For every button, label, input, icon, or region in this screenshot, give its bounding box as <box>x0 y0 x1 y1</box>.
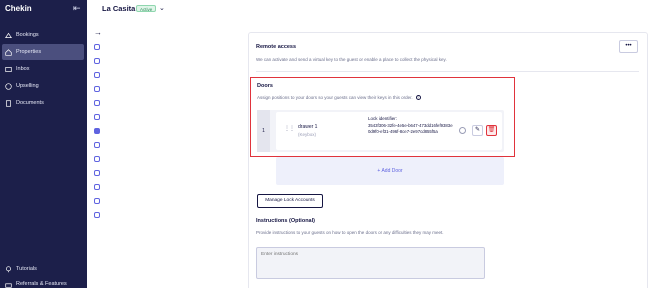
sidebar-item-bookings[interactable]: Bookings <box>0 27 87 43</box>
home-icon[interactable] <box>94 44 100 50</box>
status-badge: Active <box>136 5 157 12</box>
manage-lock-accounts-button[interactable]: Manage Lock Accounts <box>257 194 323 208</box>
remote-access-title: Remote access <box>256 44 297 50</box>
sidebar-item-tutorials[interactable]: Tutorials <box>0 262 87 276</box>
expand-arrow-icon[interactable]: → <box>94 28 102 37</box>
bookings-icon <box>5 32 12 38</box>
sidebar-item-label: Documents <box>16 100 44 106</box>
clipboard-icon[interactable] <box>94 184 100 190</box>
properties-icon <box>5 48 12 56</box>
folder-icon[interactable] <box>94 198 100 204</box>
sidebar-item-label: Tutorials <box>16 266 37 272</box>
doors-highlight-box <box>250 77 515 157</box>
collapse-sidebar-icon[interactable]: ⇤ <box>73 3 81 14</box>
settings-icon[interactable] <box>94 156 100 162</box>
upselling-icon <box>5 82 12 90</box>
id-card-icon[interactable] <box>94 100 100 106</box>
sidebar-item-label: Bookings <box>16 32 39 38</box>
sidebar-item-label: Inbox <box>16 66 30 72</box>
shield-icon[interactable] <box>94 86 100 92</box>
document-icon[interactable] <box>94 114 100 120</box>
sidebar-item-referrals[interactable]: Referrals & Features <box>0 277 87 288</box>
lightbulb-icon <box>6 265 11 272</box>
add-door-button[interactable]: + Add Door <box>276 157 504 185</box>
sidebar-item-label: Referrals & Features <box>16 281 67 287</box>
gift-icon <box>5 282 12 288</box>
sidebar-item-label: Properties <box>16 49 42 55</box>
sidebar-item-documents[interactable]: Documents <box>0 95 87 111</box>
property-title: La Casita <box>102 4 136 13</box>
instructions-textarea[interactable] <box>256 247 485 279</box>
calendar-icon[interactable] <box>94 142 100 148</box>
sidebar-bottom: Tutorials Referrals & Features <box>0 262 87 288</box>
chevron-down-icon[interactable]: ⌄ <box>159 4 165 12</box>
sidebar-item-upselling[interactable]: Upselling <box>0 78 87 94</box>
instructions-description: Provide instructions to your guests on h… <box>256 230 444 235</box>
more-options-button[interactable]: ••• <box>619 40 638 53</box>
instructions-title: Instructions (Optional) <box>256 218 315 224</box>
sidebar-item-properties[interactable]: Properties <box>2 44 84 60</box>
sidebar: Chekin ⇤ Bookings Properties Inbox Upsel… <box>0 0 87 288</box>
divider <box>256 71 639 72</box>
inbox-icon <box>5 66 12 72</box>
remote-access-description: We can activate and send a virtual key t… <box>256 57 447 62</box>
documents-icon <box>6 99 11 107</box>
sidebar-nav: Bookings Properties Inbox Upselling Docu… <box>0 27 87 112</box>
sidebar-item-label: Upselling <box>16 83 39 89</box>
brand-logo[interactable]: Chekin <box>5 4 32 13</box>
check-icon[interactable] <box>94 170 100 176</box>
users-icon[interactable] <box>94 58 100 64</box>
key-icon[interactable] <box>94 128 100 134</box>
clock-icon[interactable] <box>94 212 100 218</box>
chat-icon[interactable] <box>94 72 100 78</box>
sidebar-item-inbox[interactable]: Inbox <box>0 61 87 77</box>
